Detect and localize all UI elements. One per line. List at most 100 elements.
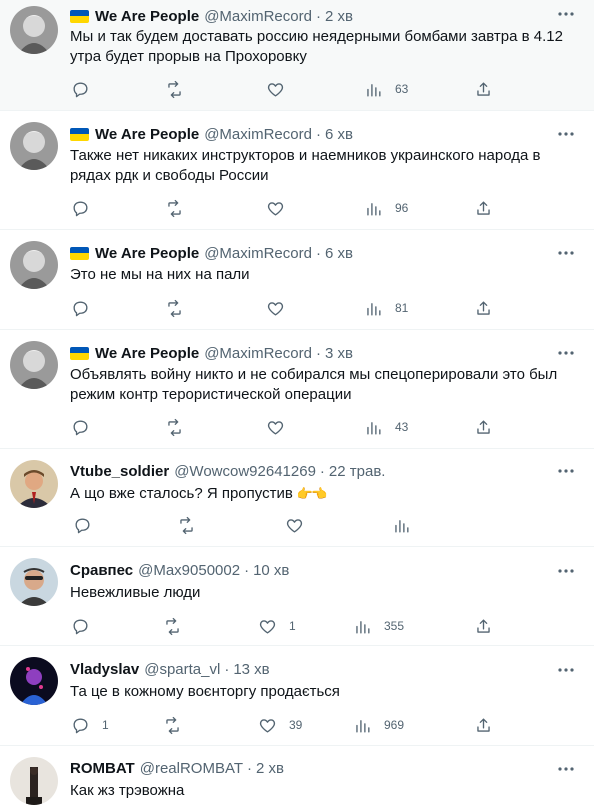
views-chart-icon [367,83,381,97]
views-button[interactable]: 96 [364,191,408,225]
like-button[interactable]: 1 [258,609,296,643]
share-button[interactable] [474,191,493,225]
retweet-icon [168,199,181,217]
timestamp[interactable]: 6 хв [325,245,353,262]
reply-button[interactable] [71,291,102,325]
avatar[interactable] [10,122,58,170]
more-icon[interactable] [556,247,576,259]
tweet-card[interactable]: Vtube_soldier @Wowcow92641269 · 22 трав.… [0,450,594,547]
reply-button[interactable] [73,508,104,542]
timestamp[interactable]: 13 хв [233,661,269,678]
share-button[interactable] [474,410,493,444]
views-button[interactable]: 81 [364,291,408,325]
timestamp[interactable]: 10 хв [253,562,289,579]
retweet-button[interactable] [163,708,182,742]
views-button[interactable]: 43 [364,410,408,444]
display-name[interactable]: ROMBAT [70,760,135,777]
like-button[interactable] [285,508,316,542]
separator-dot: · [315,244,321,262]
user-handle[interactable]: @MaximRecord [204,245,312,262]
more-icon[interactable] [556,664,576,676]
retweet-button[interactable] [165,72,184,106]
timestamp[interactable]: 6 хв [325,126,353,143]
more-icon[interactable] [556,465,576,477]
views-chart-icon [395,519,409,533]
display-name[interactable]: Сравпес [70,562,133,579]
like-count: 1 [289,619,296,633]
views-button[interactable]: 63 [364,72,408,106]
share-icon [477,300,490,315]
user-handle[interactable]: @sparta_vl [144,661,220,678]
retweet-button[interactable] [165,410,184,444]
tweet-card[interactable]: We Are People @MaximRecord · 2 хв Мы и т… [0,0,594,111]
timestamp[interactable]: 3 хв [325,345,353,362]
tweet-card[interactable]: Vladyslav @sparta_vl · 13 хв Та це в кож… [0,647,594,746]
like-button[interactable] [266,291,297,325]
display-name[interactable]: We Are People [95,345,199,362]
like-button[interactable] [266,72,297,106]
more-icon[interactable] [556,565,576,577]
more-icon[interactable] [556,128,576,140]
timestamp[interactable]: 22 трав. [329,463,386,480]
avatar[interactable] [10,657,58,705]
like-button[interactable] [266,191,297,225]
user-handle[interactable]: @Max9050002 [138,562,240,579]
tweet-card[interactable]: We Are People @MaximRecord · 3 хв Объявл… [0,331,594,449]
separator-dot: · [247,759,253,777]
more-icon[interactable] [556,763,576,775]
views-button[interactable]: 969 [353,708,404,742]
tweet-card[interactable]: We Are People @MaximRecord · 6 хв Это не… [0,231,594,330]
more-icon[interactable] [556,8,576,20]
display-name[interactable]: We Are People [95,126,199,143]
timestamp[interactable]: 2 хв [325,8,353,25]
display-name[interactable]: We Are People [95,245,199,262]
separator-dot: · [319,462,325,480]
share-button[interactable] [474,708,493,742]
tweet-card[interactable]: We Are People @MaximRecord · 6 хв Также … [0,112,594,230]
views-button[interactable] [392,508,423,542]
views-chart-icon [356,719,370,733]
tweet-card[interactable]: ROMBAT @realROMBAT · 2 хв Как жз трэвожн… [0,747,594,806]
avatar[interactable] [10,757,58,805]
views-chart-icon [356,620,370,634]
reply-button[interactable] [71,72,102,106]
share-button[interactable] [474,609,493,643]
tweet-text-content: А що вже сталось? Я пропустив [70,485,293,502]
user-handle[interactable]: @MaximRecord [204,8,312,25]
avatar[interactable] [10,241,58,289]
user-handle[interactable]: @realROMBAT [140,760,243,777]
user-handle[interactable]: @MaximRecord [204,345,312,362]
retweet-icon [180,516,193,534]
share-button[interactable] [474,72,493,106]
avatar[interactable] [10,460,58,508]
reply-button[interactable]: 1 [71,708,109,742]
tweet-text: Это не мы на них на пали [70,266,250,283]
reply-icon [73,419,88,435]
share-button[interactable] [474,291,493,325]
retweet-button[interactable] [163,609,182,643]
reply-button[interactable] [71,410,102,444]
user-handle[interactable]: @Wowcow92641269 [174,463,316,480]
avatar[interactable] [10,6,58,54]
tweet-text: Объявлять войну никто и не собирался мы … [70,366,558,403]
tweet-card[interactable]: Сравпес @Max9050002 · 10 хв Невежливые л… [0,548,594,646]
reply-button[interactable] [71,609,102,643]
display-name[interactable]: We Are People [95,8,199,25]
like-button[interactable] [266,410,297,444]
retweet-button[interactable] [165,291,184,325]
reply-button[interactable] [71,191,102,225]
display-name[interactable]: Vladyslav [70,661,139,678]
display-name[interactable]: Vtube_soldier [70,463,169,480]
retweet-button[interactable] [177,508,196,542]
more-icon[interactable] [556,347,576,359]
avatar[interactable] [10,341,58,389]
like-button[interactable]: 39 [258,708,302,742]
ukraine-flag-icon [70,9,89,23]
user-handle[interactable]: @MaximRecord [204,126,312,143]
avatar[interactable] [10,558,58,606]
tweet-text: Как жз трэвожна [70,782,185,799]
reply-count: 1 [102,718,109,732]
retweet-button[interactable] [165,191,184,225]
views-button[interactable]: 355 [353,609,404,643]
timestamp[interactable]: 2 хв [256,760,284,777]
